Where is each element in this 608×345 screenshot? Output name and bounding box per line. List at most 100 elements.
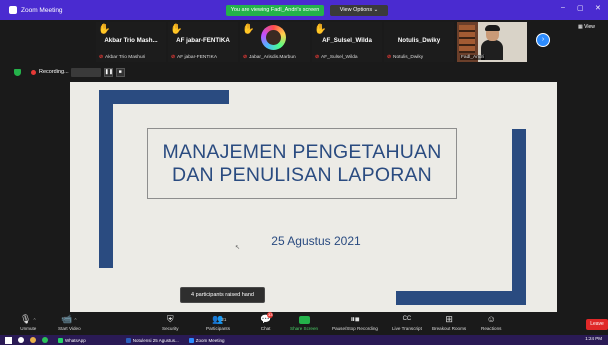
participants-button[interactable]: 👥 21 Participants (206, 313, 230, 335)
slide-decor-right-bar (512, 129, 526, 305)
taskbar-app-word[interactable]: Notulensi 25 Agustus... (125, 337, 179, 343)
slide-decor-top-bar (99, 90, 229, 104)
recording-label: Recording... (39, 69, 69, 75)
raised-hand-icon: ✋ (242, 24, 255, 35)
participant-tile[interactable]: ✋ AF jabar-FENTIKA ⊘ AF jabar-FENTIKA (168, 22, 238, 62)
pause-recording-label: Pause/Stop Recording (332, 326, 378, 331)
avatar (261, 25, 286, 50)
pause-recording-button[interactable]: ❚❚ (103, 67, 114, 77)
participant-label: Fadl_Andri (460, 55, 486, 60)
chrome-icon[interactable] (42, 337, 48, 343)
participant-label: ⊘ AF_Sulsel_Wilda (315, 55, 358, 60)
participant-tile[interactable]: Notulis_Dwiky ⊘ Notulis_Dwiky (384, 22, 454, 62)
share-screen-button[interactable]: Share Screen (290, 313, 318, 335)
stop-icon: ■ (118, 68, 122, 75)
pause-recording-button[interactable]: ⏸⏹ Pause/Stop Recording (332, 313, 378, 335)
avatar-face (266, 30, 281, 45)
bookshelf-image (459, 25, 475, 53)
shared-screen-slide: MANAJEMEN PENGETAHUAN DAN PENULISAN LAPO… (70, 82, 557, 312)
shield-icon (14, 68, 21, 76)
participant-video-tile[interactable]: Fadl_Andri (457, 22, 527, 62)
share-screen-arrow-icon (298, 316, 310, 324)
zoom-icon (188, 337, 194, 343)
leave-button[interactable]: Leave (586, 319, 608, 330)
chat-icon: 💬 33 (260, 312, 274, 324)
breakout-rooms-button[interactable]: ⊞ Breakout Rooms (432, 313, 466, 335)
reactions-button[interactable]: ☺ Reactions (481, 313, 501, 335)
participant-label: ⊘ Akbar Trio Mashuri (99, 55, 145, 60)
raised-hand-icon: ✋ (170, 24, 183, 35)
participant-name: AF jabar-FENTIKA (176, 37, 230, 44)
system-clock[interactable]: 1:24 PM (585, 336, 602, 341)
taskbar-app-zoom[interactable]: Zoom Meeting (188, 337, 225, 343)
muted-mic-icon: ⊘ (387, 55, 392, 60)
windows-start-icon[interactable] (5, 336, 12, 344)
start-video-button[interactable]: 📹⌃ Start Video (58, 313, 81, 335)
slide-title-line-2: DAN PENULISAN LAPORAN (172, 163, 432, 186)
participant-label: ⊘ Notulis_Dwiky (387, 55, 423, 60)
pause-stop-icon: ⏸⏹ (350, 314, 360, 324)
zoom-window: Zoom Meeting You are viewing Fadl_Andri'… (0, 0, 608, 345)
taskbar-app-label: WhatsApp (65, 337, 86, 343)
participant-label-text: Jabar_Arisdis.Marbun (249, 55, 296, 60)
chevron-right-icon: › (541, 36, 545, 43)
taskbar-app-label: Notulensi 25 Agustus... (132, 337, 179, 343)
security-label: Security (162, 326, 179, 331)
mouse-cursor-icon: ↖ (235, 245, 241, 251)
taskbar-app-whatsapp[interactable]: WhatsApp (58, 337, 86, 343)
security-button[interactable]: ⛨ Security (162, 313, 179, 335)
zoom-logo-icon (9, 6, 17, 14)
recording-bar: Recording... ❚❚ ■ (14, 67, 125, 77)
participants-label: Participants (206, 326, 231, 331)
start-video-label: Start Video (58, 326, 81, 331)
slide-title-box: MANAJEMEN PENGETAHUAN DAN PENULISAN LAPO… (147, 128, 457, 199)
taskbar-app-label: Zoom Meeting (195, 337, 225, 343)
muted-mic-icon: ⊘ (171, 55, 176, 60)
unmute-button[interactable]: 🎙⌃ Unmute (20, 313, 37, 335)
next-page-button[interactable]: › (536, 33, 550, 47)
view-options-label: View Options (339, 7, 373, 13)
side-view-toggle[interactable]: ▦ View (578, 24, 595, 30)
participant-tile[interactable]: ✋ Akbar Trio Mash... ⊘ Akbar Trio Mashuri (96, 22, 166, 62)
participants-icon: 👥 21 (212, 314, 227, 324)
cc-icon: CC (402, 316, 412, 322)
stop-recording-button[interactable]: ■ (115, 67, 125, 77)
chat-unread-badge: 33 (267, 312, 274, 318)
participant-tile[interactable]: ✋ AF_Sulsel_Wilda ⊘ AF_Sulsel_Wilda (312, 22, 382, 62)
chat-label: Chat (260, 326, 271, 331)
meeting-toolbar: 🎙⌃ Unmute 📹⌃ Start Video ⛨ Security 👥 21 … (0, 312, 608, 335)
live-transcript-button[interactable]: CC Live Transcript (392, 313, 422, 335)
recording-indicator (70, 67, 101, 77)
slide-title-line-1: MANAJEMEN PENGETAHUAN (162, 140, 442, 163)
maximize-button[interactable]: ▢ (577, 4, 584, 12)
reactions-label: Reactions (481, 326, 502, 331)
close-button[interactable]: ✕ (595, 4, 601, 12)
participant-tile[interactable]: ✋ ⊘ Jabar_Arisdis.Marbun (240, 22, 310, 62)
participant-label-text: AF_Sulsel_Wilda (321, 55, 358, 60)
pause-icon: ❚❚ (104, 68, 114, 75)
whatsapp-icon (58, 337, 63, 343)
viewing-screen-banner: You are viewing Fadl_Andri's screen (226, 5, 324, 16)
shield-icon: ⛨ (166, 314, 174, 324)
participant-label-text: AF jabar-FENTIKA (177, 55, 218, 60)
raised-hand-notification[interactable]: 4 participants raised hand (180, 287, 265, 303)
live-transcript-label: Live Transcript (392, 326, 422, 331)
participant-name: AF_Sulsel_Wilda (322, 37, 372, 44)
minimize-button[interactable]: – (561, 4, 565, 11)
windows-taskbar: WhatsApp Notulensi 25 Agustus... Zoom Me… (0, 335, 608, 345)
share-screen-icon (298, 313, 310, 326)
chat-button[interactable]: 💬 33 Chat (260, 312, 274, 335)
raised-hand-icon: ✋ (98, 24, 111, 35)
file-explorer-icon[interactable] (30, 337, 36, 343)
participant-name: Akbar Trio Mash... (104, 37, 158, 44)
search-icon[interactable] (18, 337, 24, 343)
view-options-button[interactable]: View Options ⌄ (330, 5, 388, 16)
raised-hand-icon: ✋ (314, 24, 327, 35)
slide-date: 25 Agustus 2021 (271, 234, 361, 248)
participant-label-text: Notulis_Dwiky (393, 55, 424, 60)
title-bar: Zoom Meeting You are viewing Fadl_Andri'… (0, 0, 608, 20)
reactions-icon: ☺ (486, 314, 496, 324)
side-view-label: View (584, 24, 595, 30)
breakout-rooms-label: Breakout Rooms (432, 326, 467, 331)
recording-dot-icon (31, 69, 36, 75)
